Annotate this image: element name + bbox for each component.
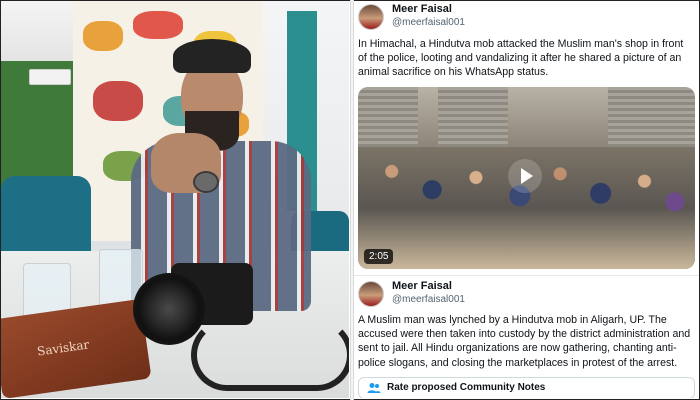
- play-icon[interactable]: [508, 159, 542, 193]
- camera-strap: [191, 319, 349, 391]
- tweet-separator: [354, 275, 699, 276]
- author-handle[interactable]: @meerfaisal001: [392, 17, 465, 28]
- author-handle[interactable]: @meerfaisal001: [392, 294, 465, 305]
- man-with-camera-photo: Saviskar: [1, 1, 349, 398]
- avatar[interactable]: [358, 4, 384, 30]
- tweet-text: In Himachal, a Hindutva mob attacked the…: [358, 38, 684, 79]
- author-name[interactable]: Meer Faisal: [392, 280, 452, 292]
- author-name[interactable]: Meer Faisal: [392, 3, 452, 15]
- wrist-watch-icon: [193, 171, 219, 193]
- people-icon: [367, 383, 381, 393]
- air-conditioner: [29, 69, 71, 85]
- tweet-text: A Muslim man was lynched by a Hindutva m…: [358, 314, 691, 369]
- video-duration: 2:05: [364, 249, 394, 264]
- tweet-video[interactable]: 2:05: [358, 87, 695, 269]
- camera-lens: [133, 273, 205, 345]
- tweets-panel: Meer Faisal @meerfaisal001 In Himachal, …: [354, 1, 699, 398]
- community-notes-label: Rate proposed Community Notes: [387, 382, 546, 393]
- rate-community-notes-button[interactable]: Rate proposed Community Notes: [358, 377, 695, 398]
- black-cap: [173, 39, 251, 73]
- avatar[interactable]: [358, 281, 384, 307]
